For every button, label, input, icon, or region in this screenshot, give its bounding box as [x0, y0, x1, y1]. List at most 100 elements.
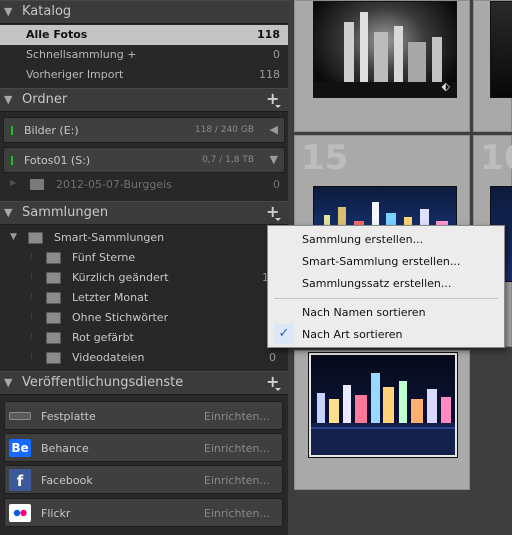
collection-label: Rot gefärbt — [72, 331, 134, 344]
publish-service-flickr[interactable]: Flickr Einrichten... — [4, 498, 283, 527]
catalog-item-count: 118 — [259, 68, 280, 81]
folder-count: 0 — [273, 178, 280, 191]
hard-drive-icon — [9, 412, 31, 420]
ordner-header[interactable]: ▼ Ordner + — [0, 88, 288, 112]
sammlungen-header[interactable]: ▼ Sammlungen + — [0, 201, 288, 225]
collection-label: Letzter Monat — [72, 291, 149, 304]
sammlungen-title: Sammlungen — [22, 205, 109, 220]
tree-dots-icon: ⁝ — [30, 332, 33, 342]
expand-down-triangle-icon[interactable]: ▼ — [270, 153, 278, 166]
grid-empty-area — [473, 350, 512, 535]
add-publish-service-plus-icon[interactable]: + — [266, 374, 282, 392]
catalog-item-label: Schnellsammlung + — [26, 48, 137, 61]
folder-label: 2012-05-07-Burggeis — [56, 178, 172, 191]
left-panel: ▼ Katalog Alle Fotos 118 Schnellsammlung… — [0, 0, 288, 535]
volume-label: Fotos01 (S:) — [24, 154, 91, 167]
thumbnail-bw-cityscape[interactable]: ⬖ — [313, 1, 457, 98]
grid-cell[interactable]: ⬖ — [294, 0, 470, 132]
collection-label: Fünf Sterne — [72, 251, 136, 264]
grid-cell[interactable] — [294, 350, 470, 490]
smart-collection-icon — [46, 312, 61, 324]
add-folder-plus-icon[interactable]: + — [266, 91, 282, 109]
collapse-triangle-icon[interactable]: ▼ — [4, 93, 12, 106]
add-collection-plus-icon[interactable]: + — [266, 204, 282, 222]
catalog-item-count: 118 — [257, 28, 280, 41]
folder-row[interactable]: ▶ 2012-05-07-Burggeis 0 — [0, 175, 288, 195]
volume-status-led-icon — [10, 155, 14, 166]
checkmark-icon: ✓ — [274, 324, 294, 344]
collapse-triangle-icon[interactable]: ▼ — [4, 376, 12, 389]
tree-dots-icon: ⁝ — [30, 252, 33, 262]
menu-item-sort-by-kind[interactable]: Nach Art sortieren — [302, 328, 402, 341]
volume-bilder[interactable]: Bilder (E:) 118 / 240 GB ◀ — [3, 117, 285, 143]
tree-dots-icon: ⁝ — [30, 292, 33, 302]
thumbnail-partial[interactable] — [490, 1, 512, 98]
collection-count: 0 — [269, 351, 276, 364]
smart-collection-item[interactable]: ⁝ Kürzlich geändert 11 — [0, 268, 288, 288]
catalog-item-label: Alle Fotos — [26, 28, 88, 41]
smart-collection-icon — [46, 252, 61, 264]
smart-collection-icon — [46, 332, 61, 344]
grid-empty-area — [294, 493, 473, 535]
folder-icon — [30, 179, 44, 190]
catalog-item-previous-import[interactable]: Vorheriger Import 118 — [0, 65, 288, 85]
smart-collection-item[interactable]: ⁝ Fünf Sterne — [0, 248, 288, 268]
smart-collection-set-icon — [28, 232, 43, 244]
grid-cell[interactable] — [473, 0, 512, 132]
smart-collection-item[interactable]: ⁝ Letzter Monat — [0, 288, 288, 308]
menu-item-create-collection[interactable]: Sammlung erstellen... — [302, 233, 423, 246]
menu-item-create-collection-set[interactable]: Sammlungssatz erstellen... — [302, 277, 451, 290]
service-label: Facebook — [41, 474, 93, 487]
smart-collection-item[interactable]: ⁝ Videodateien 0 — [0, 348, 288, 368]
publish-service-festplatte[interactable]: Festplatte Einrichten... — [4, 401, 283, 430]
behance-icon: Be — [9, 439, 31, 457]
service-label: Behance — [41, 442, 89, 455]
group-label: Smart-Sammlungen — [54, 231, 165, 244]
group-collapse-icon[interactable]: ▼ — [10, 232, 17, 242]
volume-size: 0,7 / 1,8 TB — [202, 155, 254, 165]
tree-dots-icon: ⁝ — [30, 312, 33, 322]
tree-dots-icon: ⁝ — [30, 352, 33, 362]
setup-link[interactable]: Einrichten... — [204, 442, 270, 455]
collection-label: Videodateien — [72, 351, 145, 364]
tree-dots-icon: ⁝ — [30, 272, 33, 282]
collapse-triangle-icon[interactable]: ▼ — [4, 206, 12, 219]
catalog-item-quick-collection[interactable]: Schnellsammlung + 0 — [0, 45, 288, 65]
catalog-item-all-photos[interactable]: Alle Fotos 118 — [0, 25, 288, 45]
collection-label: Kürzlich geändert — [72, 271, 169, 284]
volume-label: Bilder (E:) — [24, 124, 79, 137]
thumbnail-skyline-selected[interactable] — [309, 353, 457, 457]
cell-index-number: 15 — [301, 138, 349, 178]
volume-size: 118 / 240 GB — [194, 125, 254, 135]
catalog-item-count: 0 — [273, 48, 280, 61]
menu-item-sort-by-name[interactable]: Nach Namen sortieren — [302, 306, 426, 319]
publish-title: Veröffentlichungsdienste — [22, 375, 184, 390]
menu-item-create-smart-collection[interactable]: Smart-Sammlung erstellen... — [302, 255, 460, 268]
publish-service-behance[interactable]: Be Behance Einrichten... — [4, 433, 283, 462]
expand-left-triangle-icon[interactable]: ◀ — [270, 123, 278, 136]
volume-fotos01[interactable]: Fotos01 (S:) 0,7 / 1,8 TB ▼ — [3, 147, 285, 173]
smart-collection-group[interactable]: ▼ Smart-Sammlungen — [0, 228, 288, 248]
cell-index-number: 16 — [480, 138, 512, 178]
smart-collection-item[interactable]: ⁝ Rot gefärbt — [0, 328, 288, 348]
publish-service-facebook[interactable]: f Facebook Einrichten... — [4, 465, 283, 494]
smart-collection-icon — [46, 292, 61, 304]
smart-collection-icon — [46, 272, 61, 284]
publish-header[interactable]: ▼ Veröffentlichungsdienste + — [0, 371, 288, 395]
service-label: Flickr — [41, 507, 71, 520]
service-label: Festplatte — [41, 410, 96, 423]
collapse-triangle-icon[interactable]: ▼ — [4, 5, 12, 18]
smart-collection-item[interactable]: ⁝ Ohne Stichwörter — [0, 308, 288, 328]
setup-link[interactable]: Einrichten... — [204, 410, 270, 423]
collection-label: Ohne Stichwörter — [72, 311, 169, 324]
tag-icon: ⬖ — [441, 80, 450, 93]
katalog-title: Katalog — [22, 4, 72, 19]
catalog-item-label: Vorheriger Import — [26, 68, 124, 81]
setup-link[interactable]: Einrichten... — [204, 507, 270, 520]
setup-link[interactable]: Einrichten... — [204, 474, 270, 487]
volume-status-led-icon — [10, 125, 14, 136]
smart-collection-icon — [46, 352, 61, 364]
katalog-header[interactable]: ▼ Katalog — [0, 0, 288, 24]
menu-separator — [274, 298, 498, 299]
folder-expand-icon[interactable]: ▶ — [10, 178, 16, 187]
